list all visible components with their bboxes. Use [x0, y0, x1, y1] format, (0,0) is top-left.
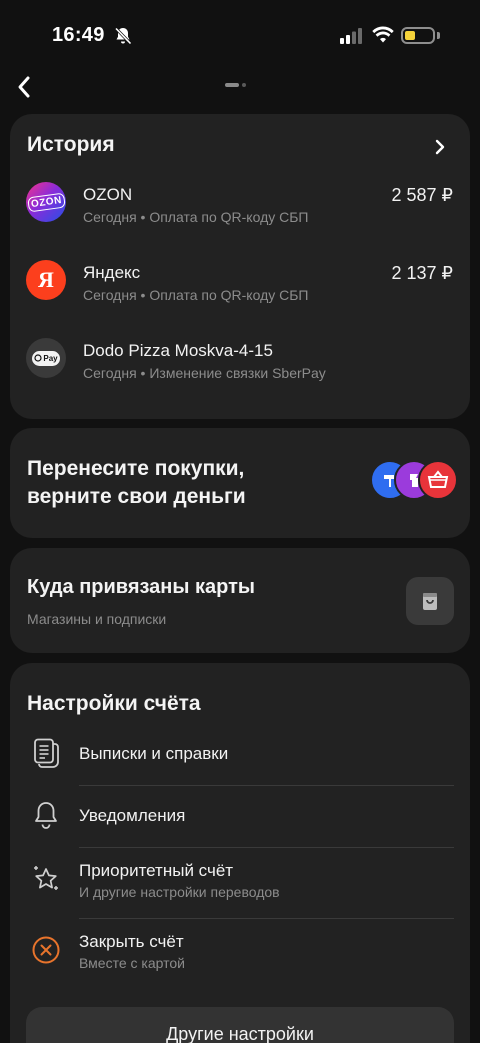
- settings-item-label: Приоритетный счёт: [79, 861, 234, 880]
- back-button[interactable]: [10, 72, 38, 102]
- page-indicator: [225, 83, 246, 87]
- refund-banner-line2: верните свои деньги: [27, 485, 246, 508]
- settings-item-subtitle: Вместе с картой: [79, 955, 185, 971]
- transaction-subtitle: Сегодня • Оплата по QR-коду СБП: [83, 287, 309, 303]
- settings-item-close-account[interactable]: Закрыть счёт Вместе с картой: [10, 930, 470, 988]
- history-card: История OZON OZON Сегодня • Оплата по QR…: [10, 114, 470, 419]
- account-settings-title: Настройки счёта: [27, 692, 201, 715]
- transaction-name: Dodo Pizza Moskva-4-15: [83, 341, 273, 360]
- battery-tip: [437, 32, 440, 39]
- sberpay-mark-icon: [34, 354, 42, 362]
- transaction-name: OZON: [83, 185, 133, 204]
- transaction-name: Яндекс: [83, 263, 141, 282]
- refund-banner-line1: Перенесите покупки,: [27, 457, 245, 480]
- page-dot: [242, 83, 246, 87]
- sberpay-logo-text: Pay: [43, 353, 58, 363]
- basket-icon: [418, 460, 458, 500]
- linked-cards-subtitle: Магазины и подписки: [27, 611, 167, 627]
- status-bar: 16:49: [0, 0, 480, 70]
- settings-item-subtitle: И другие настройки переводов: [79, 884, 280, 900]
- transaction-subtitle: Сегодня • Оплата по QR-коду СБП: [83, 209, 309, 225]
- status-time: 16:49: [52, 24, 105, 46]
- linked-cards-button[interactable]: [406, 577, 454, 625]
- ozon-logo-text: OZON: [26, 192, 66, 212]
- yandex-logo-text: Я: [38, 267, 54, 292]
- ozon-logo: OZON: [26, 182, 66, 222]
- divider: [79, 785, 454, 786]
- chevron-right-icon: [435, 139, 445, 155]
- divider: [79, 847, 454, 848]
- bell-off-icon: [114, 27, 132, 45]
- transaction-row-dodo[interactable]: Pay Dodo Pizza Moskva-4-15 Сегодня • Изм…: [10, 338, 470, 400]
- bell-icon: [30, 799, 62, 831]
- refund-banner[interactable]: Перенесите покупки, верните свои деньги: [10, 428, 470, 538]
- documents-icon: [30, 737, 62, 769]
- chevron-left-icon: [18, 76, 30, 98]
- refund-banner-text: Перенесите покупки, верните свои деньги: [27, 455, 287, 511]
- sberpay-pill: Pay: [32, 350, 60, 366]
- settings-item-priority-account[interactable]: Приоритетный счёт И другие настройки пер…: [10, 859, 470, 917]
- refund-store-icons: [370, 460, 460, 502]
- transaction-amount: 2 137 ₽: [391, 263, 454, 283]
- transaction-subtitle: Сегодня • Изменение связки SberPay: [83, 365, 326, 381]
- settings-item-statements[interactable]: Выписки и справки: [10, 735, 470, 785]
- settings-item-label: Уведомления: [79, 806, 186, 825]
- wifi-icon: [372, 26, 394, 43]
- battery-icon: [401, 27, 435, 44]
- other-settings-button[interactable]: Другие настройки: [26, 1007, 454, 1043]
- linked-cards-title: Куда привязаны карты: [27, 576, 255, 598]
- linked-cards-card[interactable]: Куда привязаны карты Магазины и подписки: [10, 548, 470, 653]
- transaction-row-ozon[interactable]: OZON OZON Сегодня • Оплата по QR-коду СБ…: [10, 182, 470, 244]
- history-title: История: [27, 133, 115, 156]
- transaction-row-yandex[interactable]: Я Яндекс Сегодня • Оплата по QR-коду СБП…: [10, 260, 470, 322]
- history-more-button[interactable]: [430, 137, 450, 157]
- cellular-signal-icon: [340, 28, 362, 44]
- account-settings-card: Настройки счёта Выписки и справки Уведом…: [10, 663, 470, 1043]
- settings-item-label: Выписки и справки: [79, 744, 229, 763]
- star-icon: [30, 863, 62, 895]
- divider: [79, 918, 454, 919]
- close-circle-icon: [30, 934, 62, 966]
- bag-icon: [423, 593, 437, 610]
- settings-item-label: Закрыть счёт: [79, 932, 184, 951]
- sberpay-logo: Pay: [26, 338, 66, 378]
- transaction-amount: 2 587 ₽: [391, 185, 454, 205]
- nav-bar: [0, 70, 480, 110]
- page-dot-active: [225, 83, 239, 87]
- settings-item-notifications[interactable]: Уведомления: [10, 797, 470, 847]
- yandex-logo: Я: [26, 260, 66, 300]
